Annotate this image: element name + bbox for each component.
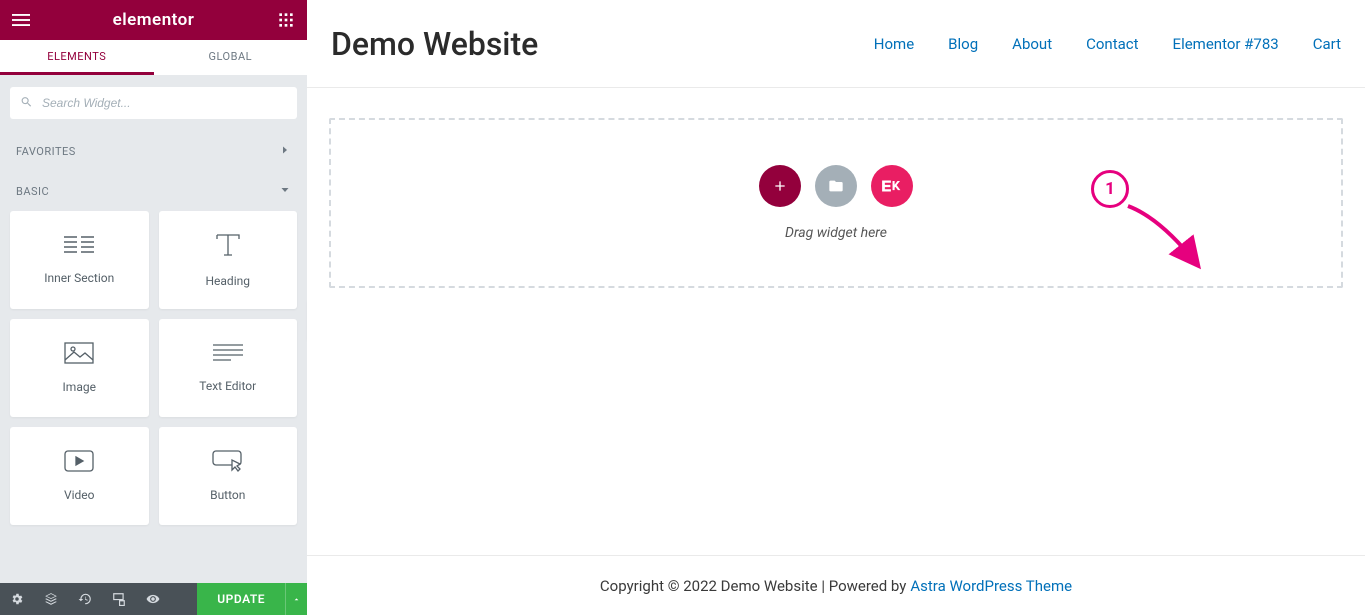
paragraph-icon (213, 343, 243, 367)
widget-label: Button (210, 488, 245, 502)
widget-heading[interactable]: Heading (159, 211, 298, 309)
search-input[interactable] (10, 87, 297, 119)
widget-label: Inner Section (44, 271, 114, 285)
menu-icon[interactable] (12, 11, 30, 29)
panel-tabs: ELEMENTS GLOBAL (0, 40, 307, 75)
nav-link-contact[interactable]: Contact (1086, 35, 1138, 53)
preview-icon[interactable] (136, 583, 170, 615)
nav-link-home[interactable]: Home (874, 35, 914, 53)
widget-label: Heading (205, 274, 250, 288)
history-icon[interactable] (68, 583, 102, 615)
widget-label: Video (64, 488, 95, 502)
update-caret[interactable] (285, 583, 307, 615)
tab-elements[interactable]: ELEMENTS (0, 40, 154, 75)
section-basic[interactable]: BASIC (0, 171, 307, 211)
image-icon (64, 342, 94, 368)
elementor-panel: elementor ELEMENTS GLOBAL FAVORITES BASI… (0, 0, 307, 615)
footer-text: Copyright © 2022 Demo Website | Powered … (600, 577, 906, 595)
template-library-button[interactable] (815, 165, 857, 207)
section-favorites[interactable]: FAVORITES (0, 131, 307, 171)
section-basic-label: BASIC (16, 185, 49, 198)
nav-link-cart[interactable]: Cart (1313, 35, 1341, 53)
drop-hint: Drag widget here (785, 225, 887, 241)
tab-global[interactable]: GLOBAL (154, 40, 308, 75)
editor-canvas: Demo Website Home Blog About Contact Ele… (307, 0, 1365, 615)
nav-link-about[interactable]: About (1012, 35, 1052, 53)
panel-footer: UPDATE (0, 583, 307, 615)
panel-header: elementor (0, 0, 307, 40)
apps-grid-icon[interactable] (277, 11, 295, 29)
widget-label: Image (63, 380, 96, 394)
add-section-button[interactable] (759, 165, 801, 207)
section-favorites-label: FAVORITES (16, 145, 76, 158)
widget-inner-section[interactable]: Inner Section (10, 211, 149, 309)
chevron-right-icon (279, 144, 291, 159)
drop-area[interactable]: Drag widget here (329, 118, 1343, 288)
search-wrap (0, 75, 307, 131)
site-title: Demo Website (331, 25, 538, 63)
widget-video[interactable]: Video (10, 427, 149, 525)
columns-icon (64, 235, 94, 259)
search-icon (20, 94, 33, 113)
button-click-icon (212, 450, 244, 476)
text-t-icon (214, 232, 242, 262)
settings-icon[interactable] (0, 583, 34, 615)
footer-theme-link[interactable]: Astra WordPress Theme (910, 577, 1072, 595)
widget-button[interactable]: Button (159, 427, 298, 525)
chevron-down-icon (279, 184, 291, 199)
navigator-icon[interactable] (34, 583, 68, 615)
site-footer: Copyright © 2022 Demo Website | Powered … (307, 555, 1365, 615)
widgets-grid: Inner Section Heading Image (0, 211, 307, 535)
update-button[interactable]: UPDATE (197, 583, 285, 615)
play-icon (64, 450, 94, 476)
widget-image[interactable]: Image (10, 319, 149, 417)
envato-kit-button[interactable] (871, 165, 913, 207)
responsive-icon[interactable] (102, 583, 136, 615)
brand-label: elementor (113, 10, 195, 30)
nav-link-blog[interactable]: Blog (948, 35, 978, 53)
widget-text-editor[interactable]: Text Editor (159, 319, 298, 417)
nav-link-elementor783[interactable]: Elementor #783 (1173, 35, 1279, 53)
site-header: Demo Website Home Blog About Contact Ele… (307, 0, 1365, 88)
main-nav: Home Blog About Contact Elementor #783 C… (874, 35, 1341, 53)
widget-label: Text Editor (199, 379, 256, 393)
